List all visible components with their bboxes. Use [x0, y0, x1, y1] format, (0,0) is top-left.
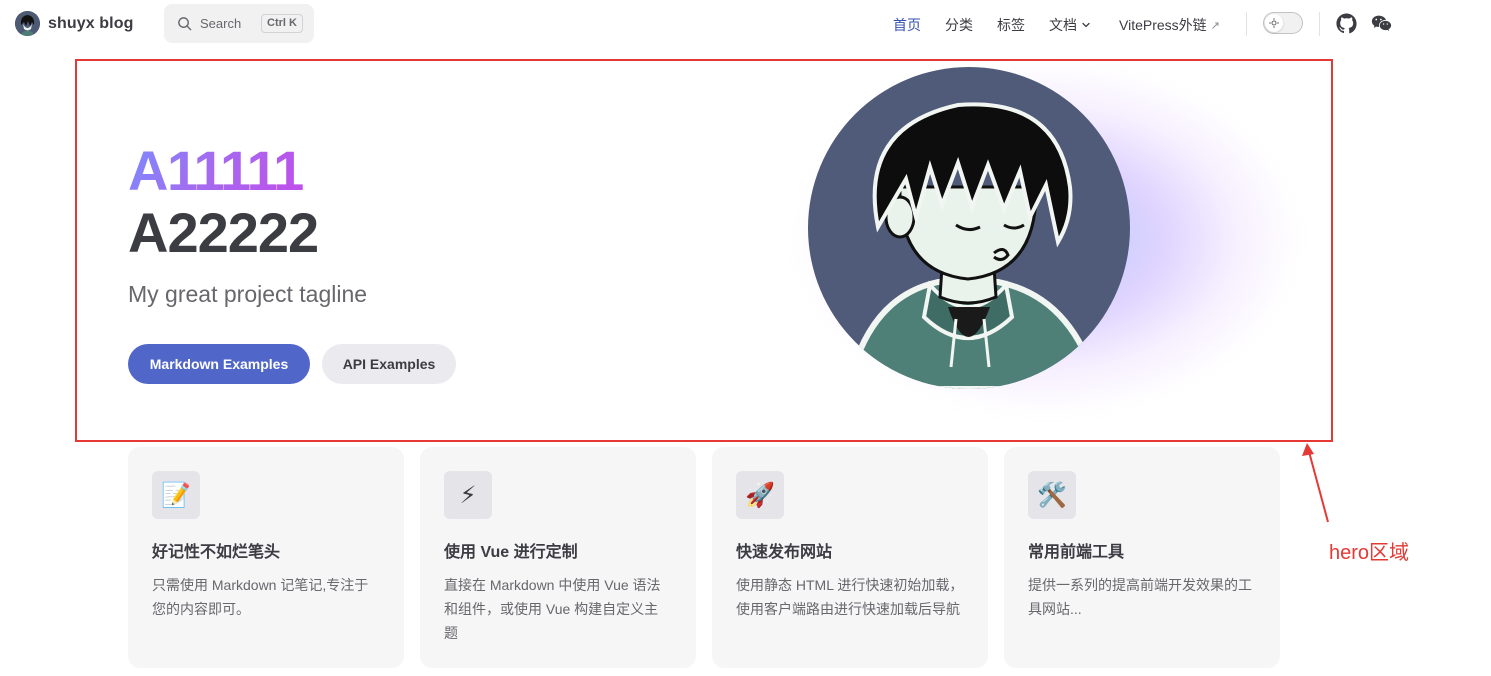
navbar: shuyx blog Search Ctrl K 首页 分类 标签 文档 Vit…	[0, 0, 1491, 48]
nav-item-label: VitePress外链	[1119, 17, 1207, 33]
github-icon[interactable]	[1336, 13, 1357, 34]
annotation-arrow	[1302, 443, 1329, 523]
hero-name: A11111	[128, 139, 304, 202]
feature-card[interactable]: 🛠️ 常用前端工具 提供一系列的提高前端开发效果的工具网站...	[1004, 447, 1280, 668]
sun-icon	[1269, 18, 1279, 28]
feature-title: 好记性不如烂笔头	[152, 544, 281, 561]
search-button[interactable]: Search Ctrl K	[164, 4, 314, 43]
feature-card[interactable]: 📝 好记性不如烂笔头 只需使用 Markdown 记笔记,专注于您的内容即可。	[128, 447, 404, 668]
hero-text: A22222	[128, 201, 319, 264]
hero-section: A11111 A22222 My great project tagline M…	[75, 51, 1337, 442]
external-link-icon: ↗	[1210, 19, 1220, 32]
feature-title: 常用前端工具	[1028, 544, 1125, 561]
avatar	[15, 11, 40, 36]
feature-card[interactable]: 🚀 快速发布网站 使用静态 HTML 进行快速初始加载，使用客户端路由进行快速加…	[712, 447, 988, 668]
feature-details: 提供一系列的提高前端开发效果的工具网站...	[1028, 577, 1252, 617]
search-label: Search	[200, 16, 242, 31]
feature-details: 使用静态 HTML 进行快速初始加载，使用客户端路由进行快速加载后导航	[736, 577, 964, 617]
lightning-icon: ⚡	[444, 471, 492, 519]
nav-divider	[1246, 12, 1247, 36]
nav-divider	[1319, 12, 1320, 36]
site-logo-link[interactable]: shuyx blog	[15, 11, 133, 36]
hero-tagline: My great project tagline	[128, 281, 368, 307]
search-shortcut: Ctrl K	[261, 14, 303, 33]
tools-icon: 🛠️	[1028, 471, 1076, 519]
nav-item-label: 标签	[997, 17, 1025, 33]
nav-item-categories[interactable]: 分类	[945, 15, 973, 35]
feature-title: 快速发布网站	[736, 544, 833, 561]
nav-item-home[interactable]: 首页	[893, 15, 921, 35]
nav-item-docs-dropdown[interactable]: 文档	[1049, 15, 1091, 35]
nav-item-label: 文档	[1049, 17, 1077, 33]
chevron-down-icon	[1082, 22, 1090, 28]
switch-knob	[1265, 14, 1283, 32]
feature-card[interactable]: ⚡ 使用 Vue 进行定制 直接在 Markdown 中使用 Vue 语法和组件…	[420, 447, 696, 668]
annotation-label: hero区域	[1329, 542, 1410, 564]
api-examples-button[interactable]: API Examples	[322, 344, 456, 384]
nav-item-vitepress-link[interactable]: VitePress外链 ↗	[1119, 15, 1220, 35]
nav-item-label: 分类	[945, 17, 973, 33]
search-icon	[178, 17, 192, 31]
markdown-examples-button[interactable]: Markdown Examples	[128, 344, 310, 384]
memo-icon: 📝	[152, 471, 200, 519]
feature-title: 使用 Vue 进行定制	[444, 544, 578, 561]
nav-item-label: 首页	[893, 17, 921, 33]
rocket-icon: 🚀	[736, 471, 784, 519]
hero-avatar-image	[808, 67, 1130, 389]
appearance-toggle[interactable]	[1263, 12, 1303, 34]
feature-details: 只需使用 Markdown 记笔记,专注于您的内容即可。	[152, 577, 369, 617]
nav-item-tags[interactable]: 标签	[997, 15, 1025, 35]
feature-details: 直接在 Markdown 中使用 Vue 语法和组件，或使用 Vue 构建自定义…	[444, 577, 661, 641]
site-title: shuyx blog	[48, 14, 134, 32]
wechat-icon[interactable]	[1371, 13, 1392, 34]
